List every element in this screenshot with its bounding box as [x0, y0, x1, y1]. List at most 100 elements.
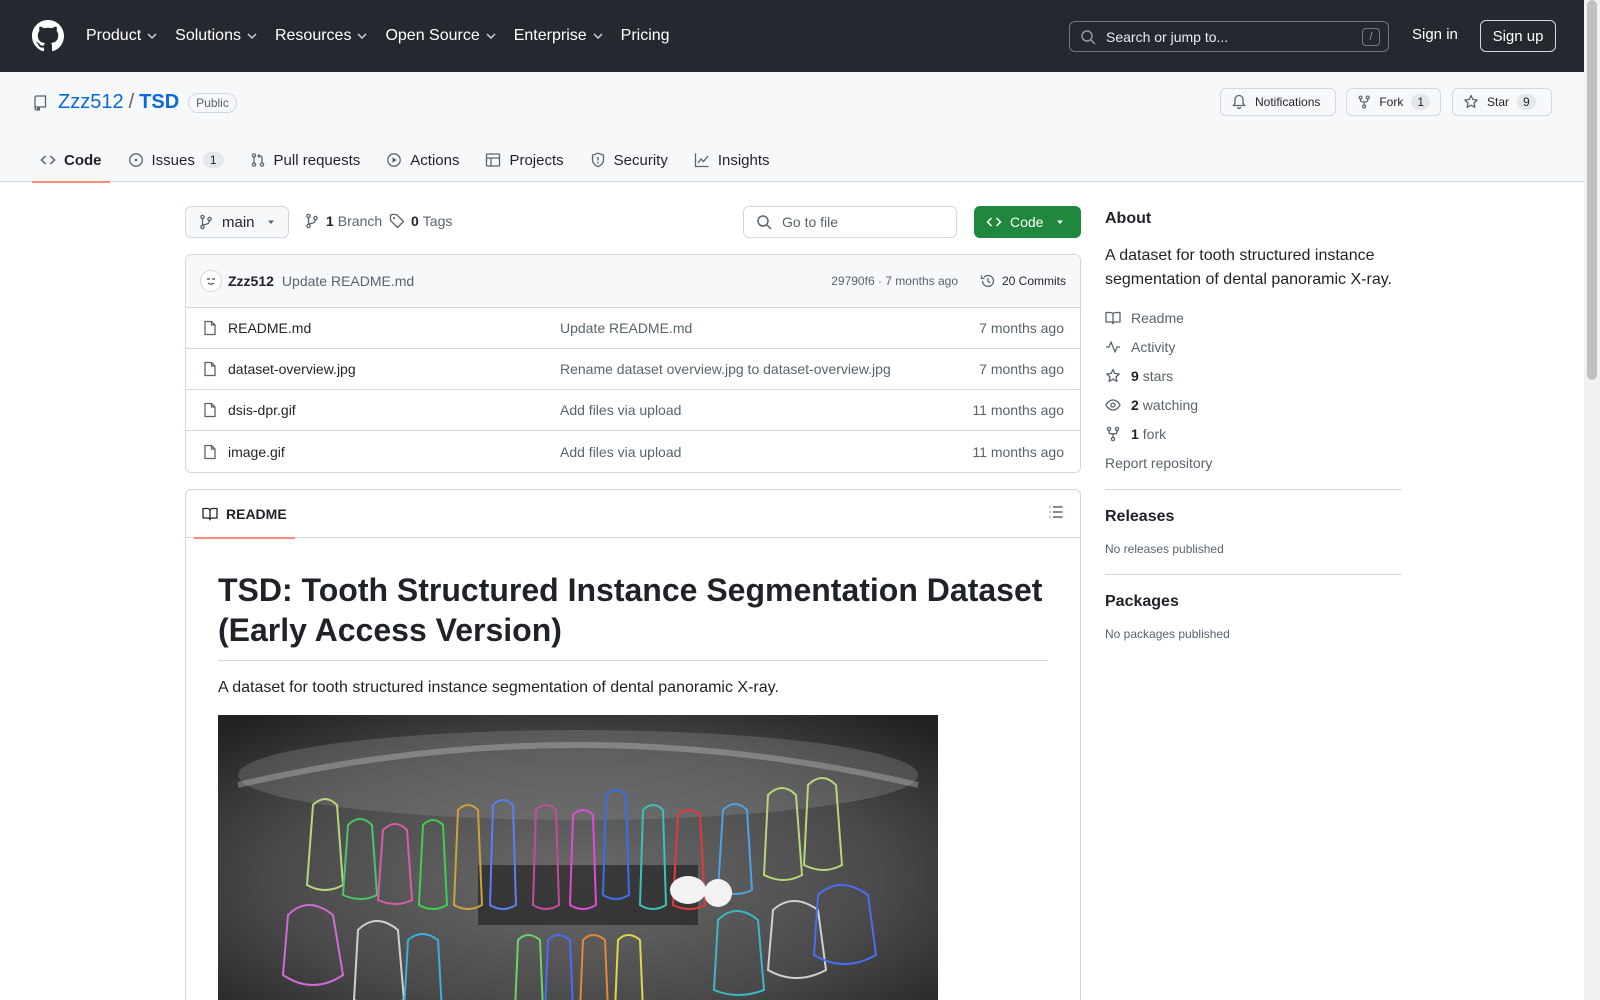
branch-icon	[306, 213, 318, 229]
issues-count: 1	[202, 152, 224, 168]
chevron-down-icon	[357, 33, 367, 40]
code-button-label: Code	[1010, 214, 1044, 230]
file-name-link[interactable]: dsis-dpr.gif	[228, 402, 296, 418]
go-to-file-placeholder: Go to file	[782, 214, 839, 230]
tab-insights[interactable]: Insights	[686, 138, 778, 182]
repo-owner-link[interactable]: Zzz512	[58, 91, 124, 114]
stars-link[interactable]: 9 stars	[1105, 368, 1402, 384]
graph-icon	[694, 153, 709, 168]
repo-name-link[interactable]: TSD	[139, 91, 179, 114]
star-count: 9	[1517, 94, 1536, 110]
about-heading: About	[1105, 210, 1152, 227]
table-row: dsis-dpr.gif Add files via upload 11 mon…	[186, 390, 1080, 431]
branches-link[interactable]: 1 Branch	[304, 213, 382, 229]
go-to-file-input[interactable]: Go to file	[743, 206, 957, 238]
tag-count: 0	[411, 213, 419, 229]
bell-icon	[1232, 94, 1246, 110]
commit-author-link[interactable]: Zzz512	[228, 273, 274, 289]
nav-resources[interactable]: Resources	[275, 27, 367, 45]
table-row: dataset-overview.jpg Rename dataset over…	[186, 349, 1080, 390]
nav-product[interactable]: Product	[86, 27, 157, 45]
code-icon	[986, 217, 1002, 227]
fork-count: 1	[1411, 94, 1430, 110]
search-placeholder: Search or jump to...	[1106, 28, 1229, 45]
chevron-down-icon	[486, 33, 496, 40]
file-name-link[interactable]: dataset-overview.jpg	[228, 361, 356, 377]
readme-link[interactable]: Readme	[1105, 310, 1402, 326]
watching-label: watching	[1142, 397, 1199, 413]
tab-security[interactable]: Security	[582, 138, 676, 182]
eye-icon	[1105, 399, 1121, 411]
avatar[interactable]	[200, 270, 222, 292]
repo-tabs: Code Issues 1 Pull requests Actions Proj…	[32, 138, 788, 183]
readme-tab[interactable]: README	[194, 490, 295, 539]
star-button[interactable]: Star 9	[1452, 88, 1552, 116]
readme-content: TSD: Tooth Structured Instance Segmentat…	[186, 538, 1080, 1000]
fork-button[interactable]: Fork 1	[1346, 88, 1441, 116]
tab-code-label: Code	[64, 151, 102, 169]
activity-link[interactable]: Activity	[1105, 339, 1402, 355]
search-icon	[757, 215, 772, 230]
page-scrollbar[interactable]	[1584, 0, 1600, 1000]
file-commit-message[interactable]: Update README.md	[560, 320, 692, 336]
nav-open-source[interactable]: Open Source	[385, 27, 496, 45]
history-icon	[980, 274, 995, 288]
watching-link[interactable]: 2 watching	[1105, 397, 1402, 413]
file-name-link[interactable]: README.md	[228, 320, 311, 336]
file-commit-message[interactable]: Rename dataset overview.jpg to dataset-o…	[560, 361, 891, 377]
commits-history-link[interactable]: 20 Commits	[980, 273, 1066, 289]
xray-illustration	[218, 715, 938, 1000]
search-icon	[1081, 29, 1096, 45]
dataset-overview-image	[218, 715, 938, 1000]
divider	[1105, 574, 1402, 575]
file-name-link[interactable]: image.gif	[228, 444, 285, 460]
readme-header: README	[186, 490, 1080, 539]
releases-heading[interactable]: Releases	[1105, 508, 1402, 526]
tab-projects-label: Projects	[509, 151, 564, 169]
activity-link-label: Activity	[1131, 339, 1176, 355]
readme-panel: README TSD: Tooth Structured Instance Se…	[185, 489, 1081, 1000]
nav-solutions-label: Solutions	[175, 27, 241, 44]
file-icon	[204, 402, 216, 418]
table-row: image.gif Add files via upload 11 months…	[186, 431, 1080, 472]
commit-message-link[interactable]: Update README.md	[282, 273, 414, 289]
commit-hash-time[interactable]: 29790f6 · 7 months ago	[831, 274, 958, 288]
about-description: A dataset for tooth structured instance …	[1105, 247, 1392, 288]
book-icon	[1105, 311, 1121, 325]
issue-icon	[128, 153, 143, 167]
table-of-contents-icon[interactable]	[1048, 504, 1064, 520]
readme-title: TSD: Tooth Structured Instance Segmentat…	[218, 570, 1048, 661]
sign-up-button[interactable]: Sign up	[1480, 20, 1556, 52]
nav-enterprise[interactable]: Enterprise	[514, 27, 603, 45]
code-dropdown-button[interactable]: Code	[974, 206, 1081, 238]
forks-link[interactable]: 1 fork	[1105, 426, 1402, 442]
star-icon	[1106, 368, 1120, 382]
notifications-button[interactable]: Notifications	[1220, 88, 1336, 116]
repo-icon	[34, 94, 47, 111]
tab-projects[interactable]: Projects	[477, 138, 571, 182]
report-repository-link[interactable]: Report repository	[1105, 455, 1402, 471]
tab-issues[interactable]: Issues 1	[120, 138, 232, 182]
tab-issues-label: Issues	[151, 151, 195, 169]
nav-pricing[interactable]: Pricing	[621, 27, 670, 45]
nav-solutions[interactable]: Solutions	[175, 27, 257, 45]
search-input[interactable]: Search or jump to... /	[1069, 21, 1389, 52]
packages-heading[interactable]: Packages	[1105, 593, 1402, 611]
shield-icon	[591, 152, 604, 168]
tab-code[interactable]: Code	[32, 138, 110, 183]
fork-label-sidebar: fork	[1142, 426, 1167, 442]
file-date: 11 months ago	[972, 443, 1064, 460]
readme-tab-label: README	[226, 505, 287, 522]
pull-request-icon	[251, 153, 264, 167]
scrollbar-thumb[interactable]	[1587, 0, 1597, 380]
sign-in-link[interactable]: Sign in	[1412, 26, 1458, 43]
tab-actions[interactable]: Actions	[378, 138, 467, 182]
tags-link[interactable]: 0 Tags	[389, 213, 452, 229]
tab-pull-requests[interactable]: Pull requests	[242, 138, 369, 182]
tag-label: Tags	[422, 213, 453, 229]
about-sidebar: About A dataset for tooth structured ins…	[1105, 210, 1402, 641]
file-commit-message[interactable]: Add files via upload	[560, 402, 681, 418]
file-commit-message[interactable]: Add files via upload	[560, 444, 681, 460]
branch-selector[interactable]: main	[185, 206, 289, 238]
github-logo-icon[interactable]	[32, 20, 64, 52]
